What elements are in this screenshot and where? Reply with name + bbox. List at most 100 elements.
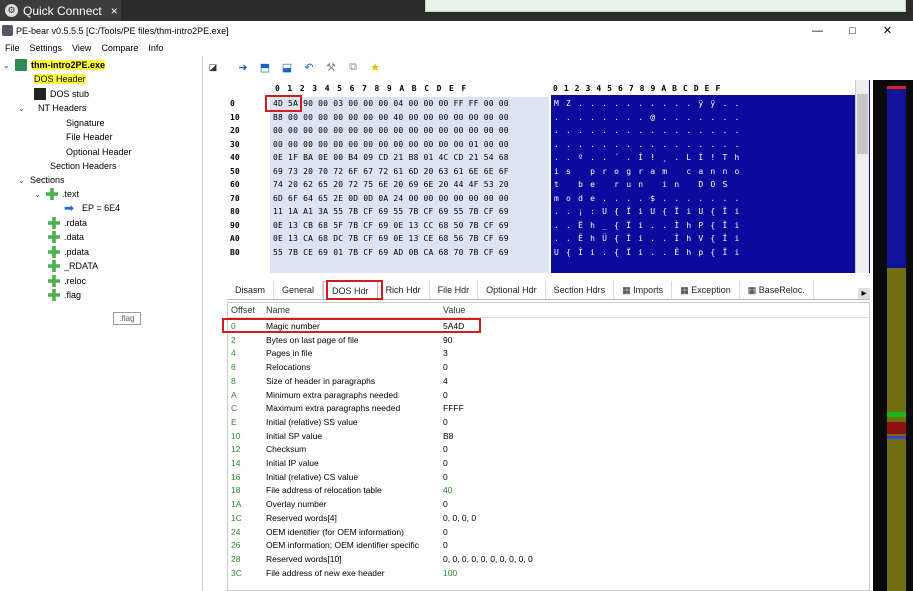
table-row[interactable]: 10 Initial SP value B8 (228, 430, 869, 444)
table-row[interactable]: 4 Pages in file 3 (228, 347, 869, 361)
table-row[interactable]: 12 Checksum 0 (228, 443, 869, 457)
file-overview-strip[interactable] (873, 80, 913, 591)
table-row[interactable]: E Initial (relative) SS value 0 (228, 416, 869, 430)
tool-icon[interactable]: ⚒ (320, 61, 342, 74)
value-cell[interactable]: 0 (443, 540, 448, 550)
tree-item-file-header[interactable]: File Header (66, 130, 113, 144)
tab-file-hdr[interactable]: File Hdr (430, 281, 479, 299)
table-row[interactable]: 16 Initial (relative) CS value 0 (228, 471, 869, 485)
value-cell[interactable]: 3 (443, 348, 448, 358)
tab-section-hdrs[interactable]: Section Hdrs (546, 281, 615, 299)
table-row[interactable]: 24 OEM identifier (for OEM information) 0 (228, 526, 869, 540)
tree-item-flag-section[interactable]: .flag (48, 288, 81, 302)
hex-view[interactable]: 0 1 2 3 4 5 6 7 8 9 A B C D E F 4D 5A 90… (270, 80, 549, 273)
value-cell[interactable]: 0 (443, 458, 448, 468)
hex-row[interactable]: 4D 5A 90 00 03 00 00 00 04 00 00 00 FF F… (273, 99, 509, 112)
ascii-row[interactable]: . . . . . . . . . . . . . . . . (554, 126, 741, 139)
hex-row[interactable]: 0E 13 CB 68 5F 7B CF 69 0E 13 CC 68 50 7… (273, 221, 509, 234)
ascii-row[interactable]: M Z . . . . . . . . . . ÿ ÿ . . (554, 99, 741, 112)
hex-row[interactable]: 00 00 00 00 00 00 00 00 00 00 00 00 00 0… (273, 126, 509, 139)
table-row[interactable]: 14 Initial IP value 0 (228, 457, 869, 471)
tab-disasm[interactable]: Disasm (227, 281, 275, 299)
tree-item-pdata-section[interactable]: .pdata (48, 245, 89, 259)
table-row[interactable]: C Maximum extra paragraphs needed FFFF (228, 402, 869, 416)
pin-icon[interactable]: ◪ (206, 62, 220, 73)
table-row[interactable]: 18 File address of relocation table 40 (228, 484, 869, 498)
menu-file[interactable]: File (0, 43, 25, 53)
tree-item-rdata2-section[interactable]: _RDATA (48, 259, 98, 273)
tree-item-section-headers[interactable]: Section Headers (50, 159, 117, 173)
hex-row[interactable]: 0E 13 CA 68 DC 7B CF 69 0E 13 CE 68 56 7… (273, 234, 509, 247)
close-tab-icon[interactable]: × (111, 4, 118, 18)
close-button[interactable]: ✕ (870, 24, 905, 37)
tree-item-rdata-section[interactable]: .rdata (48, 216, 87, 230)
tree-item-data-section[interactable]: .data (48, 230, 84, 244)
collapse-icon[interactable]: ⌄ (34, 190, 46, 199)
value-cell[interactable]: 100 (443, 568, 457, 578)
value-cell[interactable]: 0 (443, 390, 448, 400)
tab-imports[interactable]: ▦ Imports (614, 281, 673, 299)
ascii-row[interactable]: m o d e . . . . $ . . . . . . . (554, 194, 741, 207)
ascii-row[interactable]: . . . . . . . . . . . . . . . . (554, 140, 741, 153)
star-icon[interactable]: ★ (364, 61, 386, 74)
value-cell[interactable]: 0 (443, 444, 448, 454)
hex-row[interactable]: B8 00 00 00 00 00 00 00 40 00 00 00 00 0… (273, 113, 509, 126)
value-cell[interactable]: FFFF (443, 403, 464, 413)
hex-row[interactable]: 55 7B CE 69 01 7B CF 69 AD 0B CA 68 70 7… (273, 248, 509, 261)
value-cell[interactable]: 0 (443, 472, 448, 482)
ascii-row[interactable]: i s p r o g r a m c a n n o (554, 167, 741, 180)
tab-general[interactable]: General (274, 281, 324, 299)
minimize-button[interactable]: — (800, 25, 835, 37)
value-cell[interactable]: 0, 0, 0, 0, 0, 0, 0, 0, 0, 0 (443, 554, 533, 564)
copy-icon[interactable]: ⧉ (342, 61, 364, 74)
collapse-icon[interactable]: ⌄ (3, 61, 15, 70)
value-cell[interactable]: 0 (443, 527, 448, 537)
tree-item-text-section[interactable]: ⌄ .text (34, 187, 79, 201)
ascii-row[interactable]: . . º . . ´ . Í ! ¸ . L Í ! T h (554, 153, 741, 166)
table-row[interactable]: 26 OEM information; OEM identifier specif… (228, 539, 869, 553)
tree-item-dos-header[interactable]: DOS Header (34, 72, 86, 86)
table-row[interactable]: 1C Reserved words[4] 0, 0, 0, 0 (228, 512, 869, 526)
value-cell[interactable]: 0 (443, 499, 448, 509)
menu-view[interactable]: View (67, 43, 96, 53)
table-row[interactable]: A Minimum extra paragraphs needed 0 (228, 389, 869, 403)
value-cell[interactable]: 90 (443, 335, 452, 345)
ascii-row[interactable]: U { Î i . { Ï i . . Ê h p { Ï i (554, 248, 741, 261)
tree-item-sections[interactable]: ⌄ Sections (18, 173, 65, 187)
ascii-row[interactable]: . . ¡ : U { Ï i U { Ï i U { Ï i (554, 207, 741, 220)
ascii-row[interactable]: . . Ê h Ü { Ï i . . Î h V { Ï i (554, 234, 741, 247)
tree-item-nt-headers[interactable]: ⌄ NT Headers (18, 101, 86, 115)
table-row[interactable]: 2 Bytes on last page of file 90 (228, 334, 869, 348)
menu-info[interactable]: Info (143, 43, 168, 53)
tree-item-dos-stub[interactable]: DOS stub (34, 87, 89, 101)
ascii-row[interactable]: . . Ë h _ { Ï i . . Ì h P { Ï i (554, 221, 741, 234)
tree-root[interactable]: ⌄ thm-intro2PE.exe (3, 58, 106, 72)
toolbar-add-icon[interactable]: ⬓ (276, 61, 298, 74)
toolbar-forward-icon[interactable]: ➜ (232, 61, 254, 74)
hex-row[interactable]: 69 73 20 70 72 6F 67 72 61 6D 20 63 61 6… (273, 167, 509, 180)
ascii-row[interactable]: . . . . . . . . @ . . . . . . . (554, 113, 741, 126)
undo-icon[interactable]: ↶ (298, 61, 320, 74)
ascii-scrollbar[interactable] (855, 80, 869, 273)
ascii-row[interactable]: t b e r u n i n D O S (554, 180, 741, 193)
value-cell[interactable]: 4 (443, 376, 448, 386)
hex-row[interactable]: 00 00 00 00 00 00 00 00 00 00 00 00 00 0… (273, 140, 509, 153)
column-name[interactable]: Name (266, 305, 290, 315)
table-row[interactable]: 1A Overlay number 0 (228, 498, 869, 512)
table-row[interactable]: 28 Reserved words[10] 0, 0, 0, 0, 0, 0, 0,… (228, 553, 869, 567)
tree-item-optional-header[interactable]: Optional Header (66, 145, 132, 159)
hex-row[interactable]: 6D 6F 64 65 2E 0D 0D 0A 24 00 00 00 00 0… (273, 194, 509, 207)
value-cell[interactable]: 0, 0, 0, 0 (443, 513, 476, 523)
hex-row[interactable]: 11 1A A1 3A 55 7B CF 69 55 7B CF 69 55 7… (273, 207, 509, 220)
tab-basereloc[interactable]: ▦ BaseReloc. (740, 281, 814, 299)
tab-rich-hdr[interactable]: Rich Hdr (378, 281, 430, 299)
table-row[interactable]: 8 Size of header in paragraphs 4 (228, 375, 869, 389)
tree-item-entry-point[interactable]: ➡ EP = 6E4 (64, 201, 120, 215)
value-cell[interactable]: 0 (443, 417, 448, 427)
collapse-icon[interactable]: ⌄ (18, 104, 30, 113)
table-row[interactable]: 3C File address of new exe header 100 (228, 567, 869, 581)
scrollbar-thumb[interactable] (857, 94, 868, 154)
tabs-scroll-right-icon[interactable]: ▸ (858, 288, 870, 299)
maximize-button[interactable]: □ (835, 25, 870, 37)
tree-item-signature[interactable]: Signature (66, 116, 105, 130)
